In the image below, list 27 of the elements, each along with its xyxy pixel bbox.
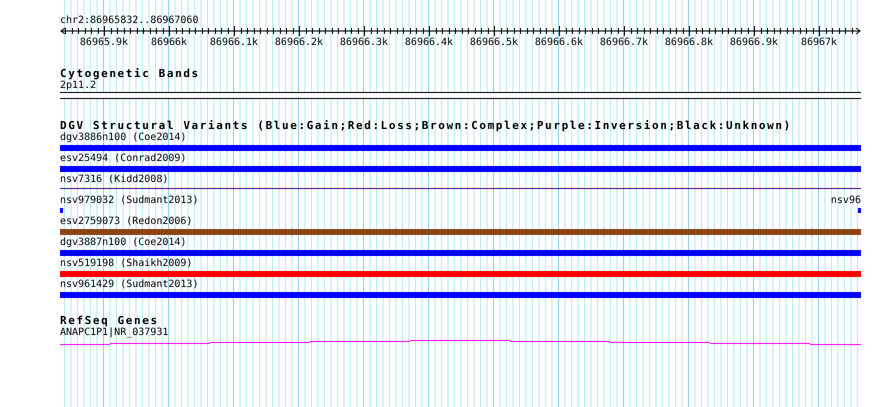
tick-label: 86966.2k bbox=[274, 37, 324, 48]
variant-label: dgv3887n100 (Coe2014) bbox=[60, 237, 186, 248]
track-title: DGV Structural Variants (Blue:Gain;Red:Loss;Brown:Complex;Purple:Inversion;Black:Unknown) bbox=[60, 120, 793, 132]
variant-label: nsv96 bbox=[830, 195, 861, 206]
variant-label: dgv3886n100 (Coe2014) bbox=[60, 132, 186, 143]
tick-label: 86966.3k bbox=[340, 37, 388, 48]
tick-label: 86967k bbox=[800, 37, 838, 48]
tick-label: 86966.8k bbox=[664, 37, 714, 48]
tick-label: 86966.9k bbox=[730, 37, 778, 48]
variant-label: esv2759073 (Redon2006) bbox=[60, 216, 192, 227]
variant-label: nsv979032 (Sudmant2013) bbox=[60, 195, 198, 206]
tick-label: 86966.7k bbox=[600, 37, 648, 48]
variant-label: esv25494 (Conrad2009) bbox=[60, 153, 186, 164]
variant-label: nsv961429 (Sudmant2013) bbox=[60, 279, 198, 290]
region-label: chr2:86965832..86967060 bbox=[60, 15, 200, 26]
tick-label: 86966.4k bbox=[404, 37, 454, 48]
variant-label: nsv519198 (Shaikh2009) bbox=[60, 258, 192, 269]
tick-label: 86966.1k bbox=[210, 37, 258, 48]
gene-label: ANAPC1P1|NR_037931 bbox=[60, 327, 170, 338]
variant-label: nsv7316 (Kidd2008) bbox=[60, 174, 168, 185]
tick-label: 86965.9k bbox=[80, 37, 128, 48]
tick-label: 86966k bbox=[150, 37, 188, 48]
track-title: RefSeq Genes bbox=[60, 315, 160, 327]
band-label: 2p11.2 bbox=[60, 80, 98, 91]
tick-label: 86966.5k bbox=[470, 37, 518, 48]
tick-label: 86966.6k bbox=[534, 37, 584, 48]
track-title: Cytogenetic Bands bbox=[60, 68, 201, 80]
